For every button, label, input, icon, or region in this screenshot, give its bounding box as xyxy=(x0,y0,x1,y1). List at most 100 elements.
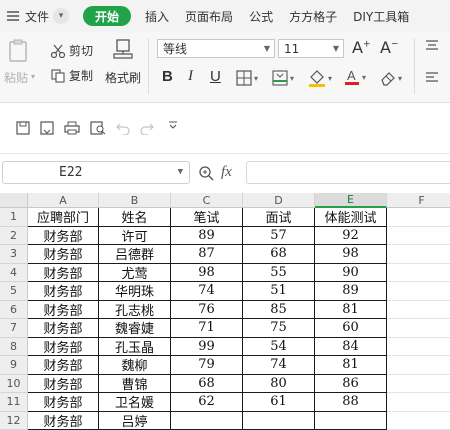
row-header-10[interactable]: 10 xyxy=(0,375,28,394)
cell-e2[interactable]: 92 xyxy=(315,227,387,246)
align-top-button[interactable] xyxy=(425,40,439,52)
cell-f5[interactable] xyxy=(387,282,450,301)
cell-f4[interactable] xyxy=(387,264,450,283)
align-left-button[interactable] xyxy=(425,72,439,84)
cell-d11[interactable]: 61 xyxy=(243,393,315,412)
row-header-7[interactable]: 7 xyxy=(0,319,28,338)
italic-button[interactable]: I xyxy=(188,68,193,85)
cell-e12[interactable] xyxy=(315,412,387,430)
decrease-font-button[interactable]: A− xyxy=(380,38,399,57)
cell-d2[interactable]: 57 xyxy=(243,227,315,246)
font-size-select[interactable]: 11 ▼ xyxy=(278,39,344,58)
bold-button[interactable]: B xyxy=(162,68,173,85)
cell-c10[interactable]: 68 xyxy=(171,375,243,394)
paste-button[interactable] xyxy=(6,38,32,64)
cell-c2[interactable]: 89 xyxy=(171,227,243,246)
print-preview-button[interactable] xyxy=(90,121,106,135)
column-header-e[interactable]: E xyxy=(315,193,387,208)
row-header-6[interactable]: 6 xyxy=(0,301,28,320)
underline-button[interactable]: U xyxy=(210,68,221,85)
cell-a12[interactable]: 财务部 xyxy=(28,412,99,430)
cell-f8[interactable] xyxy=(387,338,450,357)
cell-d8[interactable]: 54 xyxy=(243,338,315,357)
borders-button[interactable]: ▾ xyxy=(236,70,258,86)
cell-e10[interactable]: 86 xyxy=(315,375,387,394)
cell-e8[interactable]: 84 xyxy=(315,338,387,357)
cell-style-button[interactable]: ▾ xyxy=(272,70,294,86)
cell-f2[interactable] xyxy=(387,227,450,246)
cell-f12[interactable] xyxy=(387,412,450,430)
row-header-2[interactable]: 2 xyxy=(0,227,28,246)
cell-e9[interactable]: 81 xyxy=(315,356,387,375)
cell-c9[interactable]: 79 xyxy=(171,356,243,375)
file-menu[interactable]: 文件 ▾ xyxy=(0,0,77,32)
row-header-9[interactable]: 9 xyxy=(0,356,28,375)
font-name-select[interactable]: 等线 ▼ xyxy=(157,39,275,58)
column-header-c[interactable]: C xyxy=(171,193,243,208)
cell-d3[interactable]: 68 xyxy=(243,245,315,264)
cell-a1[interactable]: 应聘部门 xyxy=(28,208,99,227)
zoom-formula-button[interactable] xyxy=(198,165,214,181)
cell-b1[interactable]: 姓名 xyxy=(99,208,171,227)
tab-fangfang-gezi[interactable]: 方方格子 xyxy=(281,0,345,32)
cell-a8[interactable]: 财务部 xyxy=(28,338,99,357)
chevron-down-icon[interactable]: ▾ xyxy=(53,8,69,24)
cell-b8[interactable]: 孔玉晶 xyxy=(99,338,171,357)
cell-a9[interactable]: 财务部 xyxy=(28,356,99,375)
column-header-a[interactable]: A xyxy=(28,193,99,208)
cell-b5[interactable]: 华明珠 xyxy=(99,282,171,301)
clear-format-button[interactable]: ▾ xyxy=(380,70,402,86)
cell-f10[interactable] xyxy=(387,375,450,394)
copy-button[interactable]: 复制 xyxy=(50,67,93,84)
cell-c7[interactable]: 71 xyxy=(171,319,243,338)
row-header-1[interactable]: 1 xyxy=(0,208,28,227)
cell-d6[interactable]: 85 xyxy=(243,301,315,320)
cell-e1[interactable]: 体能测试 xyxy=(315,208,387,227)
cell-d9[interactable]: 74 xyxy=(243,356,315,375)
cell-a4[interactable]: 财务部 xyxy=(28,264,99,283)
save-as-button[interactable] xyxy=(40,121,54,135)
customize-toolbar-button[interactable] xyxy=(168,121,178,131)
row-header-8[interactable]: 8 xyxy=(0,338,28,357)
cell-e7[interactable]: 60 xyxy=(315,319,387,338)
cell-c5[interactable]: 74 xyxy=(171,282,243,301)
cell-f3[interactable] xyxy=(387,245,450,264)
cell-b10[interactable]: 曹锦 xyxy=(99,375,171,394)
font-color-button[interactable]: A ▾ xyxy=(344,68,366,86)
row-header-11[interactable]: 11 xyxy=(0,393,28,412)
cell-b2[interactable]: 许可 xyxy=(99,227,171,246)
tab-formulas[interactable]: 公式 xyxy=(241,0,281,32)
insert-function-button[interactable]: fx xyxy=(221,164,232,181)
cell-e3[interactable]: 98 xyxy=(315,245,387,264)
save-button[interactable] xyxy=(16,121,30,135)
cell-f7[interactable] xyxy=(387,319,450,338)
cell-b12[interactable]: 吕婷 xyxy=(99,412,171,430)
formula-input[interactable] xyxy=(246,161,450,184)
cell-c8[interactable]: 99 xyxy=(171,338,243,357)
cell-b6[interactable]: 孔志桃 xyxy=(99,301,171,320)
row-header-5[interactable]: 5 xyxy=(0,282,28,301)
tab-diy-toolbox[interactable]: DIY工具箱 xyxy=(345,0,417,32)
cell-c12[interactable] xyxy=(171,412,243,430)
cell-e6[interactable]: 81 xyxy=(315,301,387,320)
row-header-4[interactable]: 4 xyxy=(0,264,28,283)
cell-c11[interactable]: 62 xyxy=(171,393,243,412)
cell-a10[interactable]: 财务部 xyxy=(28,375,99,394)
fill-color-button[interactable]: ▾ xyxy=(308,69,332,87)
increase-font-button[interactable]: A+ xyxy=(352,38,371,57)
cell-d7[interactable]: 75 xyxy=(243,319,315,338)
format-painter-button[interactable] xyxy=(112,38,134,64)
cell-f1[interactable] xyxy=(387,208,450,227)
column-header-d[interactable]: D xyxy=(243,193,315,208)
cell-b7[interactable]: 魏睿婕 xyxy=(99,319,171,338)
cell-c6[interactable]: 76 xyxy=(171,301,243,320)
cell-c4[interactable]: 98 xyxy=(171,264,243,283)
column-header-b[interactable]: B xyxy=(99,193,171,208)
cell-e11[interactable]: 88 xyxy=(315,393,387,412)
row-header-12[interactable]: 12 xyxy=(0,412,28,430)
cell-a2[interactable]: 财务部 xyxy=(28,227,99,246)
cell-a6[interactable]: 财务部 xyxy=(28,301,99,320)
column-header-f[interactable]: F xyxy=(387,193,450,208)
cell-d5[interactable]: 51 xyxy=(243,282,315,301)
tab-home[interactable]: 开始 xyxy=(83,6,131,26)
